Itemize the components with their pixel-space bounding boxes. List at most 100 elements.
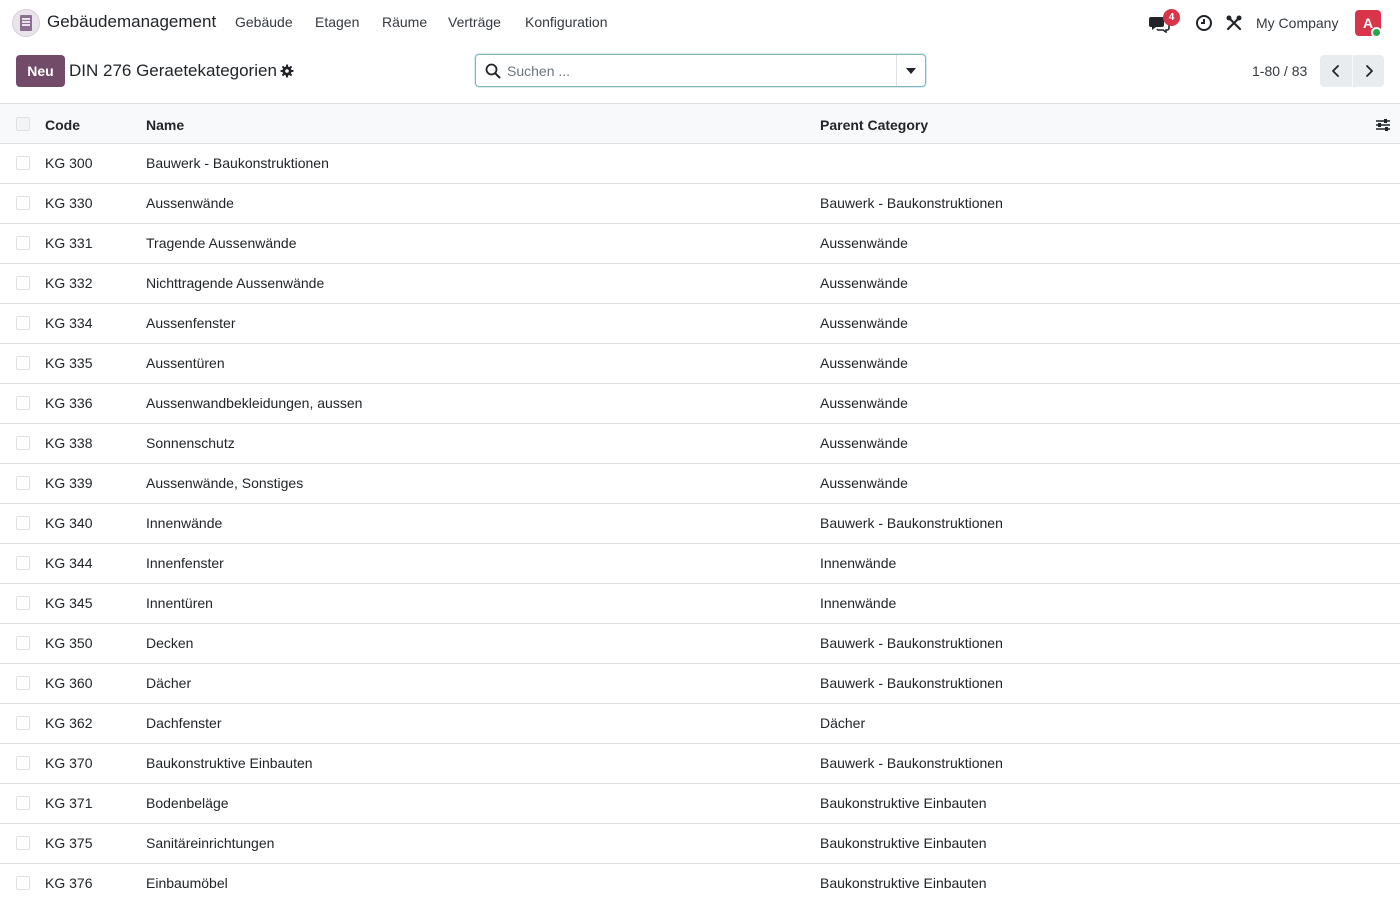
cell-parent-category: Aussenwände: [820, 475, 908, 491]
select-all-checkbox[interactable]: [16, 117, 30, 131]
cell-code: KG 339: [45, 475, 93, 491]
row-checkbox[interactable]: [16, 196, 30, 210]
table-row[interactable]: KG 376 Einbaumöbel Baukonstruktive Einbaut…: [0, 864, 1400, 900]
cell-parent-category: Baukonstruktive Einbauten: [820, 835, 987, 851]
debug-tools-icon[interactable]: [1225, 14, 1243, 32]
pager-previous-button[interactable]: [1320, 55, 1352, 87]
cell-name: Innenwände: [146, 515, 223, 531]
messages-badge: 4: [1163, 9, 1180, 26]
cell-code: KG 338: [45, 435, 93, 451]
table-row[interactable]: KG 340 Innenwände Bauwerk - Baukonstruktio…: [0, 504, 1400, 544]
row-checkbox[interactable]: [16, 596, 30, 610]
menu-vertraege[interactable]: Verträge: [448, 14, 501, 30]
cell-parent-category: Innenwände: [820, 595, 897, 611]
row-checkbox[interactable]: [16, 476, 30, 490]
row-checkbox[interactable]: [16, 676, 30, 690]
table-row[interactable]: KG 371 Bodenbeläge Baukonstruktive Einbaut…: [0, 784, 1400, 824]
row-checkbox[interactable]: [16, 756, 30, 770]
cell-parent-category: Aussenwände: [820, 275, 908, 291]
cell-parent-category: Aussenwände: [820, 355, 908, 371]
cell-parent-category: Baukonstruktive Einbauten: [820, 875, 987, 891]
row-checkbox[interactable]: [16, 276, 30, 290]
cell-code: KG 376: [45, 875, 93, 891]
row-checkbox[interactable]: [16, 396, 30, 410]
list-table: Code Name Parent Category KG 300 Bauwerk …: [0, 103, 1400, 900]
cell-parent-category: Innenwände: [820, 555, 897, 571]
cell-name: Innentüren: [146, 595, 213, 611]
cell-name: Decken: [146, 635, 194, 651]
cell-code: KG 300: [45, 155, 93, 171]
online-status-dot: [1371, 27, 1382, 38]
cell-code: KG 330: [45, 195, 93, 211]
column-header-parent-category[interactable]: Parent Category: [820, 117, 928, 133]
cell-parent-category: Bauwerk - Baukonstruktionen: [820, 675, 1003, 691]
search-input[interactable]: [507, 60, 887, 82]
cell-name: Dachfenster: [146, 715, 222, 731]
cell-code: KG 360: [45, 675, 93, 691]
search-icon: [485, 63, 501, 79]
cell-parent-category: Dächer: [820, 715, 866, 731]
cell-code: KG 334: [45, 315, 93, 331]
table-row[interactable]: KG 331 Tragende Aussenwände Aussenwände: [0, 224, 1400, 264]
table-row[interactable]: KG 336 Aussenwandbekleidungen, aussen Auss…: [0, 384, 1400, 424]
gear-icon[interactable]: [280, 64, 294, 78]
search-options-toggle[interactable]: [896, 55, 925, 86]
table-row[interactable]: KG 345 Innentüren Innenwände: [0, 584, 1400, 624]
row-checkbox[interactable]: [16, 316, 30, 330]
cell-name: Bauwerk - Baukonstruktionen: [146, 155, 329, 171]
menu-raeume[interactable]: Räume: [382, 14, 427, 30]
table-row[interactable]: KG 375 Sanitäreinrichtungen Baukonstruktiv…: [0, 824, 1400, 864]
chevron-right-icon: [1365, 65, 1373, 77]
cell-name: Baukonstruktive Einbauten: [146, 755, 313, 771]
table-body: KG 300 Bauwerk - Baukonstruktionen KG 330 A…: [0, 144, 1400, 900]
new-button[interactable]: Neu: [16, 55, 65, 87]
row-checkbox[interactable]: [16, 556, 30, 570]
table-row[interactable]: KG 344 Innenfenster Innenwände: [0, 544, 1400, 584]
cell-code: KG 331: [45, 235, 93, 251]
row-checkbox[interactable]: [16, 836, 30, 850]
cell-name: Aussenwände: [146, 195, 234, 211]
cell-parent-category: Aussenwände: [820, 315, 908, 331]
optional-columns-icon[interactable]: [1375, 117, 1391, 133]
cell-code: KG 332: [45, 275, 93, 291]
row-checkbox[interactable]: [16, 516, 30, 530]
cell-name: Aussenwandbekleidungen, aussen: [146, 395, 363, 411]
row-checkbox[interactable]: [16, 156, 30, 170]
company-switcher[interactable]: My Company: [1256, 15, 1338, 31]
table-header: Code Name Parent Category: [0, 103, 1400, 144]
row-checkbox[interactable]: [16, 796, 30, 810]
row-checkbox[interactable]: [16, 716, 30, 730]
page-title: DIN 276 Geraetekategorien: [69, 61, 277, 80]
app-name[interactable]: Gebäudemanagement: [47, 12, 216, 32]
search-bar: [475, 54, 926, 87]
table-row[interactable]: KG 362 Dachfenster Dächer: [0, 704, 1400, 744]
pager-value[interactable]: 1-80 / 83: [1252, 63, 1307, 79]
cell-parent-category: Bauwerk - Baukonstruktionen: [820, 755, 1003, 771]
menu-etagen[interactable]: Etagen: [315, 14, 359, 30]
row-checkbox[interactable]: [16, 876, 30, 890]
table-row[interactable]: KG 360 Dächer Bauwerk - Baukonstruktionen: [0, 664, 1400, 704]
table-row[interactable]: KG 338 Sonnenschutz Aussenwände: [0, 424, 1400, 464]
table-row[interactable]: KG 335 Aussentüren Aussenwände: [0, 344, 1400, 384]
table-row[interactable]: KG 330 Aussenwände Bauwerk - Baukonstrukti…: [0, 184, 1400, 224]
cell-name: Einbaumöbel: [146, 875, 228, 891]
row-checkbox[interactable]: [16, 636, 30, 650]
row-checkbox[interactable]: [16, 436, 30, 450]
menu-konfiguration[interactable]: Konfiguration: [525, 14, 608, 30]
cell-parent-category: Bauwerk - Baukonstruktionen: [820, 635, 1003, 651]
table-row[interactable]: KG 332 Nichttragende Aussenwände Aussenwän…: [0, 264, 1400, 304]
pager-next-button[interactable]: [1352, 55, 1384, 87]
table-row[interactable]: KG 300 Bauwerk - Baukonstruktionen: [0, 144, 1400, 184]
table-row[interactable]: KG 350 Decken Bauwerk - Baukonstruktionen: [0, 624, 1400, 664]
cell-code: KG 362: [45, 715, 93, 731]
clock-icon[interactable]: [1195, 14, 1213, 32]
row-checkbox[interactable]: [16, 356, 30, 370]
row-checkbox[interactable]: [16, 236, 30, 250]
menu-gebaeude[interactable]: Gebäude: [235, 14, 293, 30]
table-row[interactable]: KG 370 Baukonstruktive Einbauten Bauwerk -…: [0, 744, 1400, 784]
table-row[interactable]: KG 339 Aussenwände, Sonstiges Aussenwände: [0, 464, 1400, 504]
table-row[interactable]: KG 334 Aussenfenster Aussenwände: [0, 304, 1400, 344]
column-header-name[interactable]: Name: [146, 117, 184, 133]
building-app-icon[interactable]: [12, 9, 40, 37]
column-header-code[interactable]: Code: [45, 117, 80, 133]
